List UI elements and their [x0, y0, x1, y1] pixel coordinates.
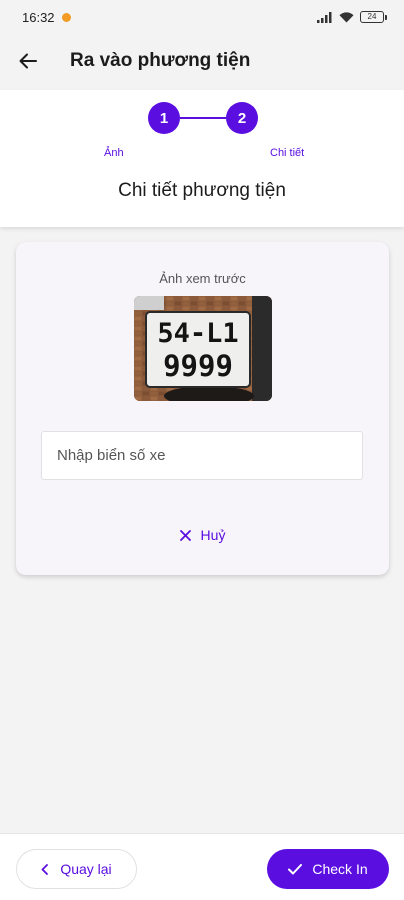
signal-icon — [317, 11, 332, 23]
stepper-panel: 1 2 Ảnh Chi tiết Chi tiết phương tiện — [0, 90, 404, 227]
wifi-icon — [339, 11, 354, 22]
license-plate-photo[interactable]: 54-L1 9999 — [134, 296, 272, 401]
status-icons: 24 — [317, 11, 387, 23]
cancel-button[interactable]: Huỷ — [16, 527, 389, 543]
battery-icon: 24 — [360, 11, 387, 23]
close-icon — [179, 529, 191, 541]
step-2-indicator: 2 — [226, 102, 258, 134]
section-title: Chi tiết phương tiện — [118, 180, 286, 201]
status-bar: 16:32 24 — [0, 0, 404, 34]
back-button[interactable] — [0, 34, 56, 88]
chevron-left-icon — [41, 863, 49, 875]
step-2-label: Chi tiết — [270, 147, 305, 159]
battery-level: 24 — [367, 12, 377, 21]
plate-text-line1: 54-L1 — [157, 318, 238, 349]
step-1-indicator: 1 — [148, 102, 180, 134]
arrow-left-icon — [19, 53, 37, 69]
status-time: 16:32 — [22, 9, 55, 25]
page-title: Ra vào phương tiện — [70, 50, 251, 71]
back-step-button[interactable]: Quay lại — [16, 849, 137, 889]
bottom-action-bar: Quay lại Check In — [0, 833, 404, 900]
check-in-button[interactable]: Check In — [267, 849, 389, 889]
step-1-label: Ảnh — [104, 147, 124, 159]
app-bar: Ra vào phương tiện — [0, 34, 404, 88]
vehicle-detail-card: Ảnh xem trước 54-L1 9999 Huỷ — [16, 242, 389, 575]
plate-text-line2: 9999 — [163, 349, 233, 383]
license-plate-input[interactable] — [41, 431, 363, 480]
preview-label: Ảnh xem trước — [159, 271, 246, 286]
check-icon — [288, 863, 303, 874]
cancel-label: Huỷ — [200, 527, 226, 543]
back-step-label: Quay lại — [60, 861, 112, 877]
check-in-label: Check In — [312, 861, 368, 877]
notification-dot-icon — [61, 12, 71, 22]
step-connector — [180, 117, 226, 119]
license-plate-image: 54-L1 9999 — [134, 296, 272, 401]
